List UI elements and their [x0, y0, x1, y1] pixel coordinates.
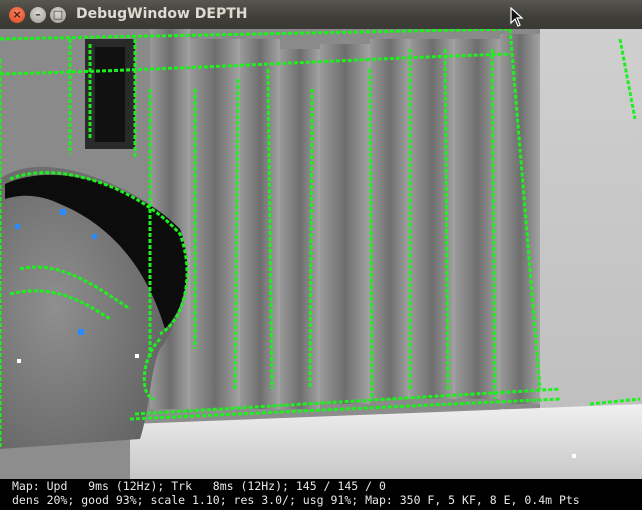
curtain-folds	[150, 29, 540, 409]
minimize-button[interactable]: –	[30, 7, 46, 23]
depth-camera-view[interactable]	[0, 29, 642, 479]
status-line-timing: Map: Upd 9ms (12Hz); Trk 8ms (12Hz); 145…	[12, 479, 386, 493]
window-title: DebugWindow DEPTH	[76, 6, 248, 22]
debug-window: × – □ DebugWindow DEPTH Map: Upd 9ms (12…	[0, 0, 642, 510]
status-line-map-stats: dens 20%; good 93%; scale 1.10; res 3.0/…	[12, 493, 580, 507]
depth-image	[0, 29, 642, 479]
title-bar[interactable]: × – □ DebugWindow DEPTH	[0, 0, 642, 30]
status-bar: Map: Upd 9ms (12Hz); Trk 8ms (12Hz); 145…	[0, 479, 642, 510]
close-button[interactable]: ×	[9, 7, 25, 23]
maximize-button[interactable]: □	[50, 7, 66, 23]
mouse-cursor-icon	[510, 7, 524, 27]
